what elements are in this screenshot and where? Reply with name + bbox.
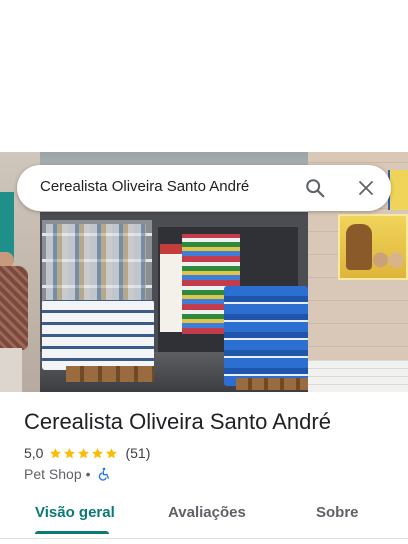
place-title: Cerealista Oliveira Santo André xyxy=(24,409,331,434)
photo-pallet-right xyxy=(236,378,308,390)
tabs-divider xyxy=(0,538,408,539)
rating-value: 5,0 xyxy=(24,445,44,461)
photo-feed-sacks-left xyxy=(42,300,154,370)
star-icon xyxy=(78,447,90,458)
photo-poster-dog xyxy=(346,224,372,270)
star-icon xyxy=(64,447,76,458)
photo-wall-base xyxy=(308,360,408,392)
star-icon xyxy=(92,447,104,458)
star-rating xyxy=(49,447,119,460)
search-input[interactable]: Cerealista Oliveira Santo André xyxy=(40,178,249,195)
active-tab-indicator xyxy=(35,531,109,534)
wheelchair-icon xyxy=(98,467,109,481)
star-icon xyxy=(50,447,62,458)
photo-sign-corner xyxy=(388,170,408,210)
review-count[interactable]: (51) xyxy=(125,445,150,461)
close-icon xyxy=(359,181,373,195)
star-icon xyxy=(106,447,118,458)
search-button[interactable] xyxy=(302,175,328,201)
separator-dot: • xyxy=(85,466,91,482)
tab-about[interactable]: Sobre xyxy=(316,504,359,521)
map-blank-area xyxy=(0,0,408,152)
category-row: Pet Shop • xyxy=(24,465,111,483)
tab-reviews[interactable]: Avaliações xyxy=(168,504,246,521)
photo-feed-sacks-right xyxy=(224,286,308,386)
photo-person-body xyxy=(0,266,28,350)
place-tabs: Visão geral Avaliações Sobre xyxy=(0,496,408,536)
rating-row[interactable]: 5,0 (51) xyxy=(24,444,150,462)
photo-poster-puppies xyxy=(372,250,406,270)
photo-banner xyxy=(160,244,182,332)
search-icon xyxy=(306,179,325,198)
photo-pallet-left xyxy=(66,366,154,382)
place-category[interactable]: Pet Shop xyxy=(24,466,82,482)
close-button[interactable] xyxy=(353,175,379,201)
tab-overview[interactable]: Visão geral xyxy=(35,504,115,521)
search-bar[interactable]: Cerealista Oliveira Santo André xyxy=(17,165,391,211)
photo-person-legs xyxy=(0,348,22,392)
photo-person xyxy=(0,252,28,392)
